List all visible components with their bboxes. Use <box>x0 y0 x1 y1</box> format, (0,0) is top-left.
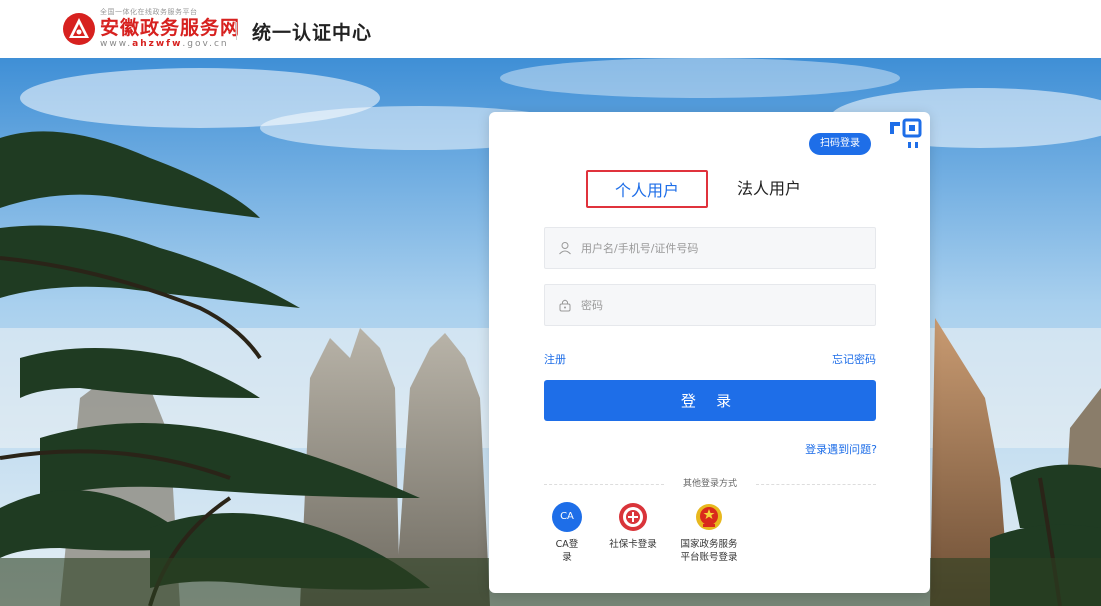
qr-code-icon[interactable] <box>882 114 926 158</box>
ahzwfw-logo-icon <box>63 13 95 45</box>
tab-corporate-user[interactable]: 法人用户 <box>719 170 819 208</box>
forgot-password-link[interactable]: 忘记密码 <box>832 351 876 367</box>
national-platform-login-label-line1: 国家政务服务 <box>680 539 738 550</box>
logo-name: 安徽政务服务网 <box>100 17 241 39</box>
header-divider <box>236 22 237 40</box>
username-input[interactable] <box>581 228 871 268</box>
social-security-login-option[interactable]: 社保卡登录 <box>603 502 663 551</box>
social-security-login-label: 社保卡登录 <box>609 539 657 550</box>
logo-text: 全国一体化在线政务服务平台 安徽政务服务网 www.ahzwfw.gov.cn <box>100 8 240 49</box>
username-field[interactable] <box>544 227 876 269</box>
logo-url: www.ahzwfw.gov.cn <box>100 39 229 49</box>
national-platform-login-option[interactable]: 国家政务服务 平台账号登录 <box>673 502 745 564</box>
social-security-card-icon <box>619 503 647 531</box>
ca-icon: CA <box>552 502 582 532</box>
page-header: 全国一体化在线政务服务平台 安徽政务服务网 www.ahzwfw.gov.cn … <box>0 0 1101 58</box>
ca-login-label: CA登录 <box>555 539 579 563</box>
other-methods-label: 其他登录方式 <box>682 479 737 489</box>
login-card: 扫码登录 个人用户 法人用户 注册 忘记密码 登 录 登录遇到问题? 其他登录方… <box>489 112 930 593</box>
lock-icon <box>559 299 571 312</box>
login-button[interactable]: 登 录 <box>544 380 876 421</box>
user-icon <box>559 242 571 255</box>
national-emblem-icon <box>696 504 722 530</box>
national-platform-login-label-line2: 平台账号登录 <box>680 552 738 563</box>
register-link[interactable]: 注册 <box>544 351 566 367</box>
login-problem-link[interactable]: 登录遇到问题? <box>805 441 877 457</box>
page-title: 统一认证中心 <box>252 22 373 44</box>
password-field[interactable] <box>544 284 876 326</box>
user-type-tabs: 个人用户 法人用户 <box>489 170 930 210</box>
logo-tagline: 全国一体化在线政务服务平台 <box>100 8 198 16</box>
qr-login-button[interactable]: 扫码登录 <box>809 133 871 155</box>
password-input[interactable] <box>581 285 871 325</box>
tab-personal-user[interactable]: 个人用户 <box>586 170 708 208</box>
other-methods-divider: 其他登录方式 <box>544 476 876 490</box>
ca-login-option[interactable]: CA CA登录 <box>552 502 582 564</box>
